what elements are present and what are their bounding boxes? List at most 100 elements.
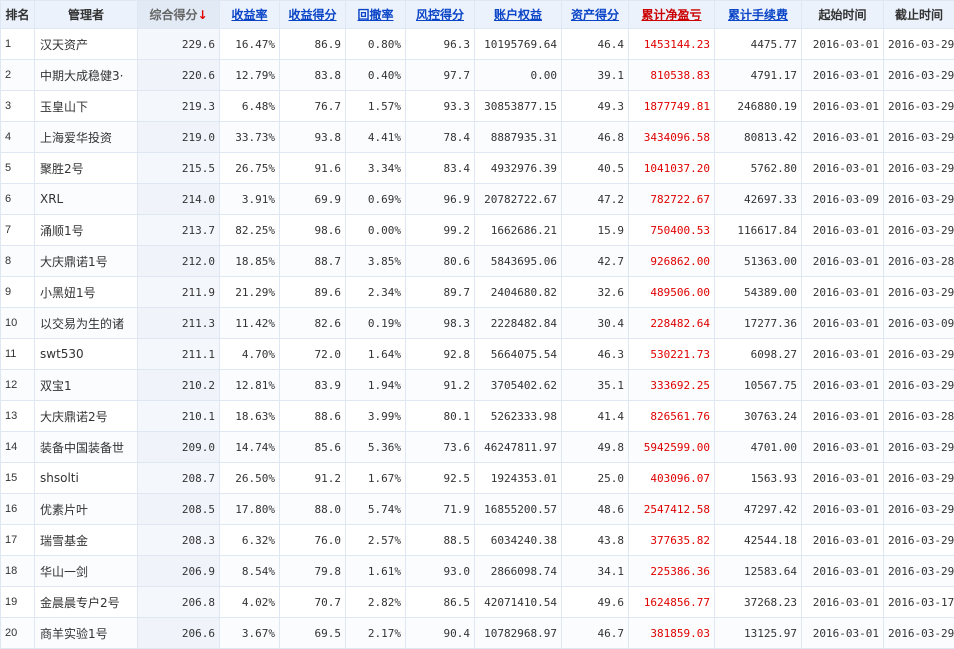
equity-cell: 0.00 <box>475 60 562 91</box>
return-rate-cell: 3.91% <box>220 184 280 215</box>
composite-score-cell: 210.2 <box>138 370 220 401</box>
risk-score-cell: 88.5 <box>406 525 475 556</box>
asset-score-cell: 25.0 <box>562 463 629 494</box>
cum-pnl-cell: 333692.25 <box>629 370 715 401</box>
table-row: 13大庆鼎诺2号210.118.63%88.63.99%80.15262333.… <box>1 401 954 432</box>
return-score-cell: 69.9 <box>280 184 346 215</box>
rank-cell: 15 <box>1 463 35 494</box>
asset-score-cell: 49.8 <box>562 432 629 463</box>
drawdown-cell: 2.34% <box>346 277 406 308</box>
return-rate-cell: 12.79% <box>220 60 280 91</box>
drawdown-cell: 1.94% <box>346 370 406 401</box>
end-time-cell: 2016-03-09 <box>884 308 954 339</box>
composite-score-cell: 215.5 <box>138 153 220 184</box>
composite-score-cell: 209.0 <box>138 432 220 463</box>
risk-score-cell: 89.7 <box>406 277 475 308</box>
end-time-cell: 2016-03-29 <box>884 215 954 246</box>
drawdown-cell: 3.34% <box>346 153 406 184</box>
risk-score-cell: 93.0 <box>406 556 475 587</box>
return-score-cell: 88.7 <box>280 246 346 277</box>
header-return-score[interactable]: 收益得分 <box>280 1 346 29</box>
equity-cell: 20782722.67 <box>475 184 562 215</box>
header-return-rate[interactable]: 收益率 <box>220 1 280 29</box>
return-score-cell: 86.9 <box>280 29 346 60</box>
composite-score-cell: 211.3 <box>138 308 220 339</box>
risk-score-cell: 91.2 <box>406 370 475 401</box>
return-score-cell: 76.0 <box>280 525 346 556</box>
cum-pnl-cell: 1877749.81 <box>629 91 715 122</box>
return-score-cell: 93.8 <box>280 122 346 153</box>
drawdown-cell: 0.69% <box>346 184 406 215</box>
manager-name: 大庆鼎诺1号 <box>35 246 138 277</box>
rank-cell: 4 <box>1 122 35 153</box>
cum-fee-cell: 37268.23 <box>715 587 802 618</box>
end-time-cell: 2016-03-29 <box>884 494 954 525</box>
end-time-cell: 2016-03-29 <box>884 60 954 91</box>
composite-score-cell: 220.6 <box>138 60 220 91</box>
cum-fee-cell: 30763.24 <box>715 401 802 432</box>
risk-score-cell: 80.6 <box>406 246 475 277</box>
drawdown-cell: 0.40% <box>346 60 406 91</box>
return-score-cell: 82.6 <box>280 308 346 339</box>
rank-cell: 2 <box>1 60 35 91</box>
cum-pnl-cell: 489506.00 <box>629 277 715 308</box>
header-composite-score[interactable]: 综合得分↓ <box>138 1 220 29</box>
manager-name: 双宝1 <box>35 370 138 401</box>
rank-cell: 12 <box>1 370 35 401</box>
risk-score-cell: 78.4 <box>406 122 475 153</box>
start-time-cell: 2016-03-01 <box>802 246 884 277</box>
return-rate-cell: 21.29% <box>220 277 280 308</box>
risk-score-cell: 96.9 <box>406 184 475 215</box>
manager-name: 大庆鼎诺2号 <box>35 401 138 432</box>
return-rate-cell: 6.48% <box>220 91 280 122</box>
equity-cell: 5262333.98 <box>475 401 562 432</box>
header-cum-pnl[interactable]: 累计净盈亏 <box>629 1 715 29</box>
composite-score-cell: 211.9 <box>138 277 220 308</box>
return-rate-cell: 8.54% <box>220 556 280 587</box>
risk-score-cell: 96.3 <box>406 29 475 60</box>
cum-fee-cell: 1563.93 <box>715 463 802 494</box>
composite-score-cell: 208.5 <box>138 494 220 525</box>
equity-cell: 1924353.01 <box>475 463 562 494</box>
end-time-cell: 2016-03-29 <box>884 153 954 184</box>
header-row: 排名 管理者 综合得分↓ 收益率 收益得分 回撤率 风控得分 账户权益 资产得分… <box>1 1 954 29</box>
header-equity[interactable]: 账户权益 <box>475 1 562 29</box>
cum-pnl-cell: 2547412.58 <box>629 494 715 525</box>
start-time-cell: 2016-03-01 <box>802 29 884 60</box>
cum-pnl-cell: 826561.76 <box>629 401 715 432</box>
manager-name: 小黑妞1号 <box>35 277 138 308</box>
start-time-cell: 2016-03-01 <box>802 153 884 184</box>
return-rate-cell: 17.80% <box>220 494 280 525</box>
cum-fee-cell: 246880.19 <box>715 91 802 122</box>
cum-fee-cell: 4701.00 <box>715 432 802 463</box>
start-time-cell: 2016-03-01 <box>802 91 884 122</box>
equity-cell: 10195769.64 <box>475 29 562 60</box>
return-rate-cell: 14.74% <box>220 432 280 463</box>
end-time-cell: 2016-03-29 <box>884 91 954 122</box>
return-score-cell: 83.9 <box>280 370 346 401</box>
cum-pnl-cell: 1041037.20 <box>629 153 715 184</box>
start-time-cell: 2016-03-01 <box>802 401 884 432</box>
manager-name: 涌顺1号 <box>35 215 138 246</box>
risk-score-cell: 98.3 <box>406 308 475 339</box>
start-time-cell: 2016-03-01 <box>802 494 884 525</box>
composite-score-cell: 211.1 <box>138 339 220 370</box>
return-rate-cell: 82.25% <box>220 215 280 246</box>
asset-score-cell: 35.1 <box>562 370 629 401</box>
header-start-time: 起始时间 <box>802 1 884 29</box>
rank-cell: 8 <box>1 246 35 277</box>
cum-pnl-cell: 782722.67 <box>629 184 715 215</box>
risk-score-cell: 80.1 <box>406 401 475 432</box>
header-risk-score[interactable]: 风控得分 <box>406 1 475 29</box>
header-asset-score[interactable]: 资产得分 <box>562 1 629 29</box>
manager-name: XRL <box>35 184 138 215</box>
header-drawdown[interactable]: 回撤率 <box>346 1 406 29</box>
equity-cell: 3705402.62 <box>475 370 562 401</box>
composite-score-cell: 208.7 <box>138 463 220 494</box>
composite-score-cell: 210.1 <box>138 401 220 432</box>
end-time-cell: 2016-03-29 <box>884 339 954 370</box>
table-row: 9小黑妞1号211.921.29%89.62.34%89.72404680.82… <box>1 277 954 308</box>
header-cum-fee[interactable]: 累计手续费 <box>715 1 802 29</box>
end-time-cell: 2016-03-28 <box>884 401 954 432</box>
return-rate-cell: 11.42% <box>220 308 280 339</box>
